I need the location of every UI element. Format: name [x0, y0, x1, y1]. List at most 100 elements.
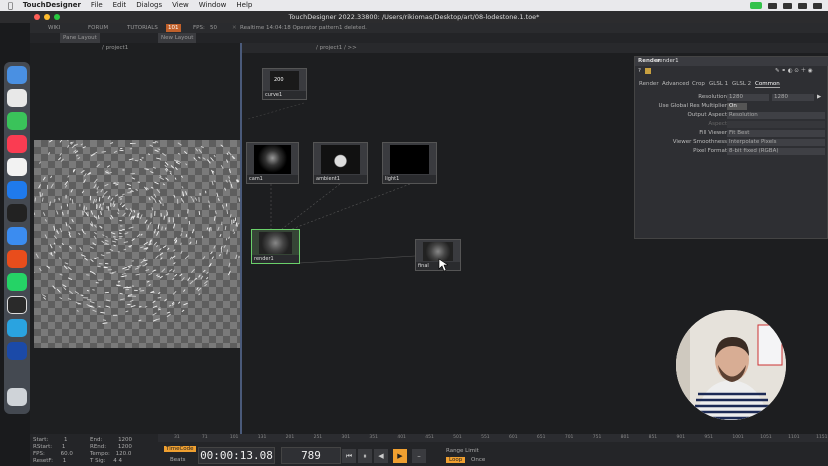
fps-value: 50 [210, 25, 217, 31]
pause-icon[interactable]: ⏸ [358, 449, 372, 463]
figma-icon[interactable] [7, 204, 27, 222]
particle-streak [69, 141, 73, 144]
tutorials-button[interactable]: TUTORIALS [127, 23, 158, 33]
pixel-format-menu[interactable]: 8-bit fixed (RGBA) [727, 148, 825, 155]
timeline-ruler[interactable]: 31 71 101 131 201 251 301 351 401 451 501 551 601 651… [158, 434, 828, 442]
render-preview[interactable] [34, 140, 240, 348]
network-path[interactable]: / project1 / >> [316, 43, 357, 53]
app-red-icon[interactable] [7, 250, 27, 268]
resolution-width-field[interactable]: 1280 [727, 94, 769, 101]
node-curve1[interactable]: 200 curve1 [262, 68, 307, 100]
viewer-path[interactable]: / project1 [102, 45, 128, 51]
tab-common[interactable]: Common [755, 81, 780, 88]
menu-view[interactable]: View [172, 0, 189, 11]
search-icon[interactable] [798, 2, 807, 9]
apple-icon[interactable]:  [8, 0, 13, 11]
menu-file[interactable]: File [91, 0, 103, 11]
menu-window[interactable]: Window [199, 0, 227, 11]
tab-render[interactable]: Render [639, 81, 659, 87]
slack-icon[interactable] [7, 158, 27, 176]
particle-streak [175, 167, 178, 171]
update-badge[interactable]: 101 [166, 24, 181, 32]
tab-glsl1[interactable]: GLSL 1 [709, 81, 728, 87]
menu-app[interactable]: TouchDesigner [23, 0, 81, 11]
wiki-button[interactable]: WIKI [48, 23, 60, 33]
particle-streak [165, 227, 167, 230]
global-res-toggle[interactable]: On [727, 103, 747, 110]
resetf-field[interactable]: 1 [63, 458, 67, 464]
chrome-icon[interactable] [7, 89, 27, 107]
resolution-height-field[interactable]: 1280 [772, 94, 814, 101]
zoom-icon[interactable] [54, 14, 60, 20]
step-back-icon[interactable]: ◀ [374, 449, 388, 463]
particle-streak [98, 197, 101, 202]
menu-edit[interactable]: Edit [113, 0, 127, 11]
mail-icon[interactable] [7, 227, 27, 245]
tab-crop[interactable]: Crop [692, 81, 705, 87]
end-field[interactable]: 1200 [118, 437, 132, 443]
particle-streak [104, 291, 109, 294]
tempo-field[interactable]: 120.0 [116, 451, 132, 457]
menu-help[interactable]: Help [236, 0, 252, 11]
play-icon[interactable]: ▶ [393, 449, 407, 463]
step-forward-icon[interactable]: – [412, 449, 426, 463]
tsig-field[interactable]: 4 4 [113, 458, 122, 464]
pane-layout-button[interactable]: Pane Layout [60, 33, 100, 43]
help-icon[interactable]: ? [638, 67, 641, 76]
timecode-mode-button[interactable]: TimeCode [164, 446, 196, 452]
xcode-icon[interactable] [7, 181, 27, 199]
particle-streak [71, 218, 74, 223]
particle-streak [177, 214, 180, 218]
telegram-icon[interactable] [7, 319, 27, 337]
facetime-icon[interactable] [750, 2, 762, 9]
node-light1[interactable]: light1 [382, 142, 437, 184]
loop-button[interactable]: Loop [446, 457, 466, 463]
finder-icon[interactable] [7, 66, 27, 84]
wifi-icon[interactable] [783, 2, 792, 9]
minimize-icon[interactable] [44, 14, 50, 20]
rewind-icon[interactable]: ⏮ [342, 449, 356, 463]
menu-dialogs[interactable]: Dialogs [136, 0, 162, 11]
particle-streak [180, 175, 184, 178]
particle-streak [157, 148, 161, 151]
node-cam1[interactable]: cam1 [246, 142, 299, 184]
forum-button[interactable]: FORUM [88, 23, 108, 33]
frame-display[interactable]: 789 [281, 447, 341, 464]
viewer-smoothness-menu[interactable]: Interpolate Pixels [727, 139, 825, 146]
lock-icon[interactable] [645, 68, 651, 74]
fps-field[interactable]: 60.0 [61, 451, 73, 457]
touchdesigner-icon[interactable] [7, 296, 27, 314]
aspect-field[interactable] [727, 121, 825, 128]
close-icon[interactable] [34, 14, 40, 20]
particle-streak [52, 285, 56, 290]
control-center-icon[interactable] [813, 2, 822, 9]
battery-icon[interactable] [768, 2, 777, 9]
param-toolbar-icons[interactable]: ✎ ⚭ ◐ ⊙ ＋ ◉ [775, 67, 813, 76]
trash-icon[interactable] [7, 388, 27, 406]
once-button[interactable]: Once [471, 457, 485, 463]
particle-streak [195, 240, 198, 245]
rstart-field[interactable]: 1 [62, 444, 66, 450]
whatsapp-icon[interactable] [7, 273, 27, 291]
expand-arrow-icon[interactable]: ▶ [817, 93, 821, 102]
tab-advanced[interactable]: Advanced [662, 81, 689, 87]
fill-viewer-menu[interactable]: Fit Best [727, 130, 825, 137]
new-layout-button[interactable]: New Layout [158, 33, 197, 43]
node-ambient1[interactable]: ambient1 [313, 142, 368, 184]
realtime-toggle[interactable]: Realtime [240, 23, 264, 33]
live-app-icon[interactable] [7, 342, 27, 360]
messages-icon[interactable] [7, 112, 27, 130]
node-render1[interactable]: render1 [251, 229, 300, 264]
particle-streak [112, 240, 117, 243]
timecode-display[interactable]: 00:00:13.08 [198, 447, 275, 464]
parameter-panel[interactable]: Render render1 ? ✎ ⚭ ◐ ⊙ ＋ ◉ Render Adva… [634, 56, 828, 239]
tab-glsl2[interactable]: GLSL 2 [732, 81, 751, 87]
realtime-x-icon[interactable]: ✕ [232, 23, 237, 33]
rend-field[interactable]: 1200 [118, 444, 132, 450]
particle-streak [157, 308, 161, 311]
start-field[interactable]: 1 [64, 437, 68, 443]
param-op-name[interactable]: render1 [657, 57, 679, 66]
beats-mode-button[interactable]: Beats [170, 457, 186, 463]
output-aspect-menu[interactable]: Resolution [727, 112, 825, 119]
music-icon[interactable] [7, 135, 27, 153]
